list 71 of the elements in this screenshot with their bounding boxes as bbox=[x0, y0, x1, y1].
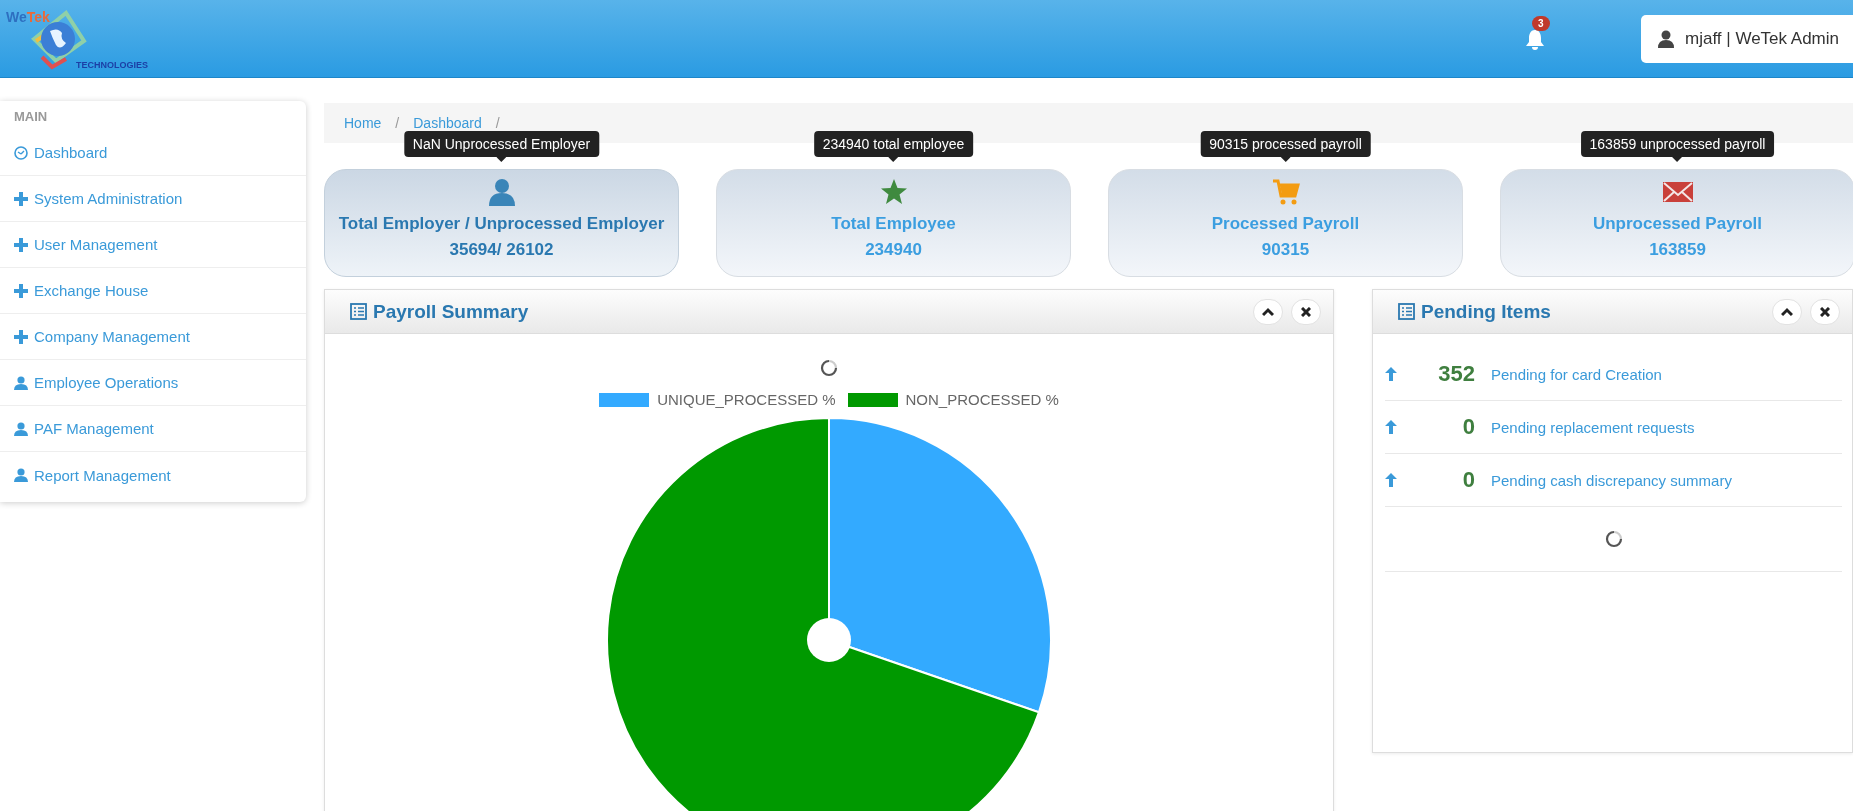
cart-icon bbox=[1270, 178, 1301, 206]
card-value: 234940 bbox=[865, 240, 922, 260]
card-value: 35694/ 26102 bbox=[449, 240, 554, 260]
tooltip: 90315 processed payroll bbox=[1200, 131, 1371, 157]
user-icon bbox=[487, 178, 516, 206]
panel-title: Payroll Summary bbox=[373, 300, 529, 323]
list-icon bbox=[1398, 303, 1415, 320]
loading-spinner-icon bbox=[820, 359, 838, 377]
plus-icon bbox=[14, 191, 28, 206]
user-menu-button[interactable]: mjaff | WeTek Admin bbox=[1641, 15, 1853, 63]
user-icon bbox=[14, 468, 28, 482]
close-button[interactable] bbox=[1810, 298, 1840, 325]
tooltip-pointer bbox=[888, 157, 899, 162]
arrow-up-icon bbox=[1385, 420, 1397, 434]
tooltip: NaN Unprocessed Employer bbox=[403, 131, 600, 157]
plus-icon bbox=[14, 283, 28, 298]
user-icon bbox=[1657, 30, 1675, 48]
sidebar-item[interactable]: User Management bbox=[0, 222, 306, 268]
card-title: Unprocessed Payroll bbox=[1592, 214, 1763, 234]
card-title: Total Employee bbox=[831, 214, 956, 234]
breadcrumb-link[interactable]: Home bbox=[344, 115, 382, 131]
tooltip: 234940 total employee bbox=[813, 131, 974, 157]
pending-link[interactable]: Pending cash discrepancy summary bbox=[1491, 471, 1732, 489]
breadcrumb-separator: / bbox=[495, 115, 500, 131]
notification-bell-icon[interactable] bbox=[1524, 28, 1546, 50]
card-title: Total Employer / Unprocessed Employer bbox=[338, 214, 665, 234]
user-icon bbox=[14, 375, 28, 390]
legend-label[interactable]: UNIQUE_PROCESSED % bbox=[657, 391, 836, 408]
sidebar-item[interactable]: Employee Operations bbox=[0, 360, 306, 406]
plus-icon bbox=[14, 237, 28, 252]
sidebar-item[interactable]: System Administration bbox=[0, 176, 306, 222]
legend-label[interactable]: NON_PROCESSED % bbox=[905, 391, 1059, 408]
chevron-up-icon bbox=[1781, 306, 1793, 317]
card-value: 90315 bbox=[1261, 240, 1310, 260]
tooltip-pointer bbox=[496, 157, 507, 162]
card-title: Processed Payroll bbox=[1211, 214, 1360, 234]
chevron-up-icon bbox=[1262, 306, 1274, 317]
plus-icon bbox=[14, 329, 28, 344]
pending-link[interactable]: Pending for card Creation bbox=[1491, 365, 1662, 383]
arrow-up-icon bbox=[1385, 367, 1397, 381]
card-value: 163859 bbox=[1649, 240, 1706, 260]
sidebar-item[interactable]: PAF Management bbox=[0, 406, 306, 452]
tooltip-pointer bbox=[1672, 157, 1683, 162]
pending-count: 0 bbox=[1461, 414, 1475, 440]
sidebar-item[interactable]: Dashboard bbox=[0, 130, 306, 176]
notification-count: 3 bbox=[1532, 16, 1550, 31]
pending-count: 0 bbox=[1461, 467, 1475, 493]
logo-wordmark: WeTek bbox=[6, 9, 50, 25]
pending-count: 352 bbox=[1437, 361, 1475, 387]
sidebar-heading: MAIN bbox=[13, 108, 49, 126]
list-icon bbox=[350, 303, 367, 320]
collapse-button[interactable] bbox=[1253, 298, 1283, 325]
star-icon bbox=[879, 178, 908, 206]
breadcrumb-separator: / bbox=[395, 115, 400, 131]
close-icon bbox=[1301, 306, 1311, 317]
loading-spinner-icon bbox=[1604, 530, 1623, 548]
panel-title: Pending Items bbox=[1421, 300, 1551, 323]
user-icon bbox=[14, 421, 28, 436]
collapse-button[interactable] bbox=[1772, 298, 1802, 325]
pending-link[interactable]: Pending replacement requests bbox=[1491, 418, 1695, 436]
close-button[interactable] bbox=[1291, 298, 1321, 325]
close-icon bbox=[1820, 306, 1830, 317]
tooltip: 163859 unprocessed payroll bbox=[1580, 131, 1775, 157]
sidebar-item[interactable]: Report Management bbox=[0, 452, 306, 498]
dashboard-gauge-icon bbox=[14, 145, 28, 160]
breadcrumb-link[interactable]: Dashboard bbox=[413, 115, 482, 131]
tooltip-pointer bbox=[1280, 157, 1291, 162]
arrow-up-icon bbox=[1385, 473, 1397, 487]
sidebar-item[interactable]: Company Management bbox=[0, 314, 306, 360]
sidebar-item[interactable]: Exchange House bbox=[0, 268, 306, 314]
logo-tagline: TECHNOLOGIES bbox=[76, 60, 148, 70]
